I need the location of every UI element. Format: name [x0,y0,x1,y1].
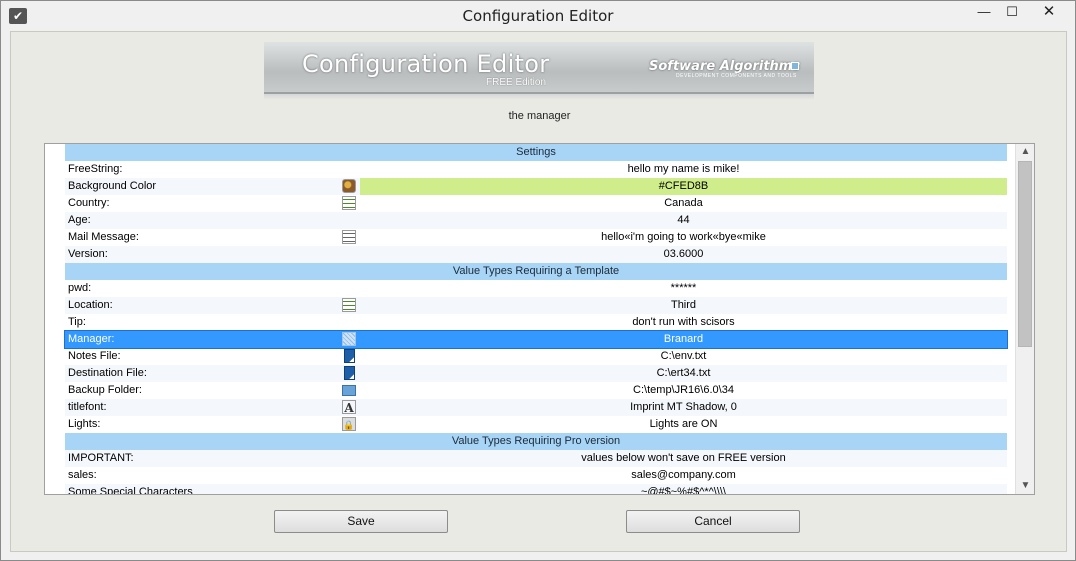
property-value[interactable]: Imprint MT Shadow, 0 [360,399,1007,416]
property-value[interactable]: C:\ert34.txt [360,365,1007,382]
scroll-up-arrow-icon[interactable]: ▲ [1016,144,1034,160]
maximize-button[interactable]: ☐ [997,1,1027,23]
property-row[interactable]: Age: 44 [65,212,1007,229]
property-value[interactable]: Branard [360,331,1007,348]
property-row[interactable]: Mail Message: hello«i'm going to work«bye… [65,229,1007,246]
text-lines-icon[interactable] [342,230,356,244]
property-name: Background Color [68,180,157,192]
category-label: Settings [516,146,556,158]
property-value[interactable]: ****** [360,280,1007,297]
property-row[interactable]: Lights: 🔒 Lights are ON [65,416,1007,433]
property-row[interactable]: Backup Folder: C:\temp\JR16\6.0\34 [65,382,1007,399]
property-name: sales: [68,469,97,481]
client-area: Configuration Editor FREE Edition Softwa… [10,31,1067,552]
property-value[interactable]: don't run with scisors [360,314,1007,331]
property-name: Lights: [68,418,101,430]
list-icon[interactable] [342,298,356,312]
category-header: Value Types Requiring Pro version [65,433,1007,450]
font-icon[interactable]: A [342,400,356,415]
property-row[interactable]: Notes File: C:\env.txt [65,348,1007,365]
list-icon[interactable] [342,196,356,210]
product-banner: Configuration Editor FREE Edition Softwa… [264,42,814,94]
property-name: Age: [68,214,91,226]
property-value[interactable]: sales@company.com [360,467,1007,484]
property-row[interactable]: titlefont: A Imprint MT Shadow, 0 [65,399,1007,416]
property-value[interactable]: values below won't save on FREE version [360,450,1007,467]
property-grid[interactable]: Settings FreeString: hello my name is mike… [44,143,1035,495]
scroll-down-arrow-icon[interactable]: ▼ [1016,478,1034,494]
palette-icon[interactable] [342,179,356,193]
property-name: Destination File: [68,367,147,379]
property-value[interactable]: Canada [360,195,1007,212]
banner-tagline: DEVELOPMENT COMPONENTS AND TOOLS [676,73,797,79]
property-name: titlefont: [68,401,107,413]
category-header: Value Types Requiring a Template [65,263,1007,280]
property-name: Notes File: [68,350,121,362]
minimize-button[interactable]: — [969,1,999,23]
banner-edition: FREE Edition [486,77,547,88]
property-name: Location: [68,299,113,311]
property-value[interactable]: #CFED8B [360,178,1007,195]
property-value[interactable]: C:\env.txt [360,348,1007,365]
property-rows: Settings FreeString: hello my name is mike… [64,144,1008,495]
property-name: Country: [68,197,110,209]
save-button[interactable]: Save [274,510,448,533]
vertical-scrollbar[interactable]: ▲ ▼ [1015,144,1034,494]
manager-icon[interactable] [342,332,356,346]
banner-brand: Software Algorithms [649,59,801,74]
property-name: Version: [68,248,108,260]
property-row[interactable]: IMPORTANT: values below won't save on FRE… [65,450,1007,467]
property-name: IMPORTANT: [68,452,134,464]
property-row[interactable]: Destination File: C:\ert34.txt [65,365,1007,382]
property-value[interactable]: ~@#$~%#$^*^\\\\ [360,484,1007,494]
property-name: FreeString: [68,163,123,175]
lock-icon[interactable]: 🔒 [342,417,356,431]
category-label: Value Types Requiring a Template [452,265,620,277]
banner-reflection [264,94,814,100]
property-value[interactable]: hello my name is mike! [360,161,1007,178]
property-row[interactable]: Location: Third [65,297,1007,314]
property-name: pwd: [68,282,92,294]
property-row[interactable]: Background Color #CFED8B [65,178,1007,195]
property-value[interactable]: 44 [360,212,1007,229]
title-bar: ✔ Configuration Editor — ☐ ✕ [1,1,1075,31]
property-value[interactable]: 03.6000 [360,246,1007,263]
banner-title: Configuration Editor [302,50,550,78]
property-value[interactable]: Lights are ON [360,416,1007,433]
property-value[interactable]: hello«i'm going to work«bye«mike [360,229,1007,246]
property-value[interactable]: Third [360,297,1007,314]
file-icon[interactable] [344,366,355,380]
property-row[interactable]: sales: sales@company.com [65,467,1007,484]
scroll-thumb[interactable] [1018,161,1032,347]
property-row[interactable]: pwd: ****** [65,280,1007,297]
cancel-button[interactable]: Cancel [626,510,800,533]
close-button[interactable]: ✕ [1029,1,1069,23]
property-value[interactable]: C:\temp\JR16\6.0\34 [360,382,1007,399]
property-row[interactable]: Tip: don't run with scisors [65,314,1007,331]
category-label: Value Types Requiring Pro version [451,435,621,447]
property-row[interactable]: Manager: Branard [64,330,1008,349]
property-name: Manager: [68,333,115,345]
window-title: Configuration Editor [462,7,614,25]
category-header: Settings [65,144,1007,161]
property-row[interactable]: FreeString: hello my name is mike! [65,161,1007,178]
subtitle-label: the manager [508,110,571,122]
property-name: Mail Message: [68,231,139,243]
configuration-editor-window: ✔ Configuration Editor — ☐ ✕ Configurati… [0,0,1076,561]
property-name: Tip: [68,316,86,328]
property-name: Some Special Characters [68,486,193,495]
file-icon[interactable] [344,349,355,363]
folder-icon[interactable] [342,385,356,396]
property-row[interactable]: Country: Canada [65,195,1007,212]
property-row[interactable]: Version: 03.6000 [65,246,1007,263]
property-row[interactable]: Some Special Characters ~@#$~%#$^*^\\\\ [65,484,1007,495]
brand-logo-icon [791,62,799,70]
property-name: Backup Folder: [68,384,142,396]
